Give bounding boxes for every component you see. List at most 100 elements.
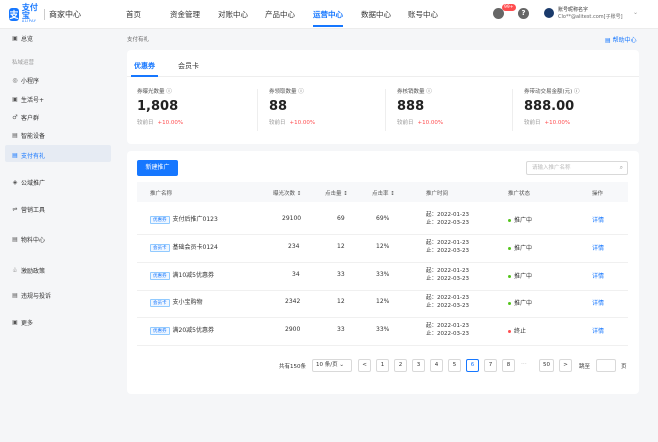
help-center-link[interactable]: ▤ 帮助中心	[605, 35, 637, 44]
page-button-7[interactable]: 7	[484, 359, 497, 372]
cell-time: 起：2022-01-23 止：2022-03-23	[426, 267, 469, 283]
stat-change: +10.00%	[289, 120, 316, 126]
detail-link[interactable]: 详情	[592, 298, 604, 307]
row-divider	[137, 262, 628, 263]
info-icon[interactable]: ⓘ	[574, 89, 580, 95]
cell-clicks: 12	[337, 298, 345, 305]
col-header-clicks[interactable]: 点击量 ↕	[325, 189, 348, 197]
detail-link[interactable]: 详情	[592, 271, 604, 280]
page-button-6[interactable]: 6	[466, 359, 479, 372]
topnav-products[interactable]: 产品中心	[265, 9, 295, 20]
cell-time: 起：2022-01-23 止：2022-03-23	[426, 211, 469, 227]
stat-change: +10.00%	[544, 120, 571, 126]
page-size-value: 10 条/页	[316, 362, 338, 368]
sidebar-item-payment-gift[interactable]: ▤ 支付有礼	[12, 151, 45, 160]
marketing-tools-icon: ⇌	[12, 206, 18, 213]
page-button-last[interactable]: 50	[539, 359, 554, 372]
detail-link[interactable]: 详情	[592, 243, 604, 252]
account-id[interactable]: Clo**@alitest.com[子账号]	[558, 13, 623, 20]
time-end: 止：2022-03-23	[426, 276, 469, 282]
type-tag: 优惠券	[150, 326, 170, 335]
tab-member-card[interactable]: 会员卡	[178, 61, 199, 71]
sidebar-item-label: 激励政策	[21, 268, 46, 275]
life-account-icon: ▣	[12, 96, 18, 103]
avatar[interactable]	[544, 8, 554, 18]
sidebar-item-life-account[interactable]: ▣ 生活号+	[12, 95, 44, 104]
stat-claimed: 券领取数量 ⓘ 88 较前日 +10.00%	[269, 87, 394, 133]
alipay-logo[interactable]: 支 支付宝 ALIPAY 商家中心	[9, 3, 81, 23]
sidebar-item-customer-group[interactable]: ♂ 客户群	[12, 113, 39, 122]
sidebar-item-more[interactable]: ▣ 更多	[12, 318, 33, 327]
info-icon[interactable]: ⓘ	[298, 89, 304, 95]
sidebar-item-label: 总览	[21, 36, 34, 43]
topnav-operations[interactable]: 运营中心	[313, 9, 343, 20]
page-button-4[interactable]: 4	[430, 359, 443, 372]
sidebar-item-mini-program[interactable]: ◎ 小程序	[12, 76, 39, 85]
sidebar-item-smart-device[interactable]: ▤ 智能设备	[12, 131, 45, 140]
cell-clicks: 33	[337, 326, 345, 333]
book-icon: ▤	[605, 37, 613, 44]
tab-active-indicator	[131, 75, 158, 77]
sidebar-item-public-promo[interactable]: ◈ 公域推广	[12, 178, 45, 187]
topnav-account[interactable]: 账号中心	[408, 9, 438, 20]
page-button-5[interactable]: 5	[448, 359, 461, 372]
page-button-2[interactable]: 2	[394, 359, 407, 372]
new-promotion-button[interactable]: 新建推广	[137, 160, 178, 176]
logo-text-cn: 支付宝	[21, 3, 38, 21]
tab-coupon[interactable]: 优惠券	[134, 61, 155, 71]
detail-link[interactable]: 详情	[592, 326, 604, 335]
stat-label: 券带动交易金额(元)	[524, 89, 573, 95]
time-end: 止：2022-03-23	[426, 303, 469, 309]
account-name[interactable]: 账号昵称名字	[558, 6, 588, 13]
topnav-home[interactable]: 首页	[126, 9, 141, 20]
stat-value: 888	[397, 99, 425, 114]
sidebar-item-violations[interactable]: ▤ 违规与投诉	[12, 291, 51, 300]
stat-value: 1,808	[137, 99, 179, 114]
cell-clicks: 33	[337, 271, 345, 278]
sidebar-item-overview[interactable]: ▣ 总览	[12, 34, 33, 43]
topnav-reconciliation[interactable]: 对账中心	[218, 9, 248, 20]
chevron-down-icon[interactable]: ⌄	[633, 9, 638, 16]
sidebar-item-incentive[interactable]: ♧ 激励政策	[12, 266, 45, 275]
next-page-button[interactable]: >	[559, 359, 572, 372]
sidebar-item-materials[interactable]: ▤ 物料中心	[12, 235, 45, 244]
col-header-time: 推广时间	[426, 191, 449, 197]
col-header-ctr[interactable]: 点击率 ↕	[372, 189, 395, 197]
jump-page-suffix: 页	[621, 364, 627, 370]
prev-page-button[interactable]: <	[358, 359, 371, 372]
time-start: 起：2022-01-23	[426, 295, 469, 301]
chevron-down-icon: ⌄	[339, 362, 344, 368]
sidebar-item-label: 更多	[21, 320, 34, 327]
topnav-funds[interactable]: 资金管理	[170, 9, 200, 20]
breadcrumb: 支付有礼	[127, 37, 150, 43]
stat-compare-label: 较前日	[397, 120, 414, 126]
page-button-8[interactable]: 8	[502, 359, 515, 372]
cell-ctr: 33%	[376, 326, 390, 333]
page-button-1[interactable]: 1	[376, 359, 389, 372]
stat-change: +10.00%	[417, 120, 444, 126]
stat-label: 券曝光数量	[137, 89, 165, 95]
type-tag: 会员卡	[150, 298, 170, 307]
status-dot	[508, 330, 511, 333]
cell-status: 推广中	[508, 243, 532, 252]
status-text: 推广中	[514, 217, 533, 224]
jump-to-page-input[interactable]	[596, 359, 616, 372]
page-button-3[interactable]: 3	[412, 359, 425, 372]
cell-views: 2900	[285, 326, 301, 333]
row-divider	[137, 345, 628, 346]
col-header-views[interactable]: 曝光次数 ↕	[273, 189, 301, 197]
status-dot	[508, 275, 511, 278]
detail-link[interactable]: 详情	[592, 215, 604, 224]
search-input[interactable]	[527, 162, 607, 174]
pagination-ellipsis[interactable]: ···	[521, 361, 527, 368]
overview-icon: ▣	[12, 35, 18, 42]
info-icon[interactable]: ⓘ	[166, 89, 172, 95]
info-icon[interactable]: ⓘ	[426, 89, 432, 95]
help-icon[interactable]: ?	[518, 8, 529, 19]
stat-redeemed: 券核销数量 ⓘ 888 较前日 +10.00%	[397, 87, 522, 133]
search-icon[interactable]: ⌕	[620, 164, 623, 172]
stat-compare-label: 较前日	[524, 120, 541, 126]
sidebar-item-marketing-tools[interactable]: ⇌ 营销工具	[12, 205, 45, 214]
page-size-select[interactable]: 10 条/页 ⌄	[312, 359, 352, 372]
topnav-data[interactable]: 数据中心	[361, 9, 391, 20]
